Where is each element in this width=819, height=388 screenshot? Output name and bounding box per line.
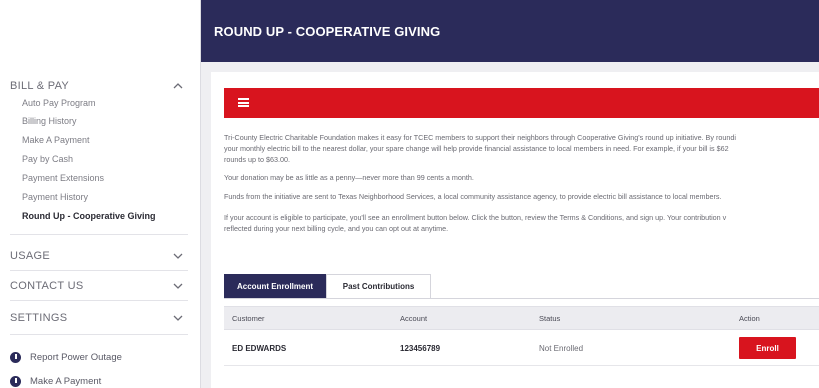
sidebar-item-payment-history[interactable]: Payment History — [22, 192, 88, 202]
menu-bar — [224, 88, 819, 118]
alert-icon — [10, 376, 21, 387]
main-content: Tri-County Electric Charitable Foundatio… — [201, 62, 819, 388]
tab-account-enrollment[interactable]: Account Enrollment — [224, 274, 327, 298]
column-header-action: Action — [739, 314, 760, 323]
enrollment-tabs: Account Enrollment Past Contributions — [224, 274, 432, 298]
table-row: ED EDWARDS 123456789 Not Enrolled Enroll — [224, 330, 819, 366]
tab-underline — [224, 298, 819, 299]
sidebar-section-label: CONTACT US — [10, 280, 84, 292]
sidebar-divider — [10, 270, 188, 271]
sidebar-section-usage[interactable]: USAGE — [0, 248, 201, 266]
donation-paragraph: Your donation may be as little as a penn… — [224, 173, 474, 182]
sidebar-divider — [10, 300, 188, 301]
sidebar-section-header[interactable]: SETTINGS — [0, 310, 201, 328]
sidebar-section-label: USAGE — [10, 250, 51, 262]
intro-paragraph-line: your monthly electric bill to the neares… — [224, 144, 729, 153]
sidebar-item-make-payment[interactable]: Make A Payment — [22, 135, 90, 145]
table-header: Customer Account Status Action — [224, 306, 819, 330]
funds-paragraph: Funds from the initiative are sent to Te… — [224, 192, 722, 201]
enrollment-table: Customer Account Status Action ED EDWARD… — [224, 306, 819, 366]
sidebar-section-label: SETTINGS — [10, 312, 68, 324]
quick-link-report-outage[interactable]: Report Power Outage — [10, 352, 122, 363]
tab-past-contributions[interactable]: Past Contributions — [326, 274, 432, 298]
page-title: ROUND UP - COOPERATIVE GIVING — [214, 24, 441, 39]
enroll-button[interactable]: Enroll — [739, 337, 796, 359]
customer-name: ED EDWARDS — [232, 344, 287, 353]
column-header-customer: Customer — [232, 314, 265, 323]
top-bar: ROUND UP - COOPERATIVE GIVING — [0, 0, 819, 62]
intro-paragraph-line: rounds up to $63.00. — [224, 155, 290, 164]
chevron-up-icon[interactable] — [172, 81, 184, 91]
title-bar: ROUND UP - COOPERATIVE GIVING — [201, 0, 819, 62]
quick-link-label: Make A Payment — [30, 376, 102, 387]
column-header-status: Status — [539, 314, 561, 323]
logo-area — [0, 0, 201, 62]
eligibility-paragraph-line: reflected during your next billing cycle… — [224, 224, 449, 233]
sidebar-item-round-up[interactable]: Round Up - Cooperative Giving — [22, 211, 156, 221]
sidebar-section-settings[interactable]: SETTINGS — [0, 310, 201, 328]
sidebar-item-payment-extensions[interactable]: Payment Extensions — [22, 173, 104, 183]
chevron-down-icon[interactable] — [172, 251, 184, 261]
sidebar-item-auto-pay[interactable]: Auto Pay Program — [22, 98, 96, 108]
sidebar-divider — [10, 234, 188, 235]
alert-icon — [10, 352, 21, 363]
enrollment-status: Not Enrolled — [539, 344, 584, 353]
quick-link-make-payment[interactable]: Make A Payment — [10, 376, 101, 387]
sidebar-item-billing-history[interactable]: Billing History — [22, 116, 77, 126]
account-number: 123456789 — [400, 344, 441, 353]
sidebar-section-header[interactable]: CONTACT US — [0, 278, 201, 296]
sidebar-item-pay-by-cash[interactable]: Pay by Cash — [22, 154, 73, 164]
hamburger-icon[interactable] — [238, 98, 249, 107]
sidebar: BILL & PAY Auto Pay Program Billing Hist… — [0, 62, 201, 388]
intro-paragraph-line: Tri-County Electric Charitable Foundatio… — [224, 133, 736, 142]
sidebar-section-contact-us[interactable]: CONTACT US — [0, 278, 201, 296]
app-window: ROUND UP - COOPERATIVE GIVING BILL & PAY… — [0, 0, 819, 388]
sidebar-section-header[interactable]: USAGE — [0, 248, 201, 266]
column-header-account: Account — [400, 314, 428, 323]
chevron-down-icon[interactable] — [172, 313, 184, 323]
sidebar-section-header[interactable]: BILL & PAY — [0, 78, 201, 96]
content-card: Tri-County Electric Charitable Foundatio… — [211, 72, 819, 388]
sidebar-divider — [10, 334, 188, 335]
sidebar-section-label: BILL & PAY — [10, 80, 70, 92]
sidebar-section-bill-pay[interactable]: BILL & PAY — [0, 78, 201, 96]
chevron-down-icon[interactable] — [172, 281, 184, 291]
quick-link-label: Report Power Outage — [30, 352, 122, 363]
eligibility-paragraph-line: If your account is eligible to participa… — [224, 213, 727, 222]
